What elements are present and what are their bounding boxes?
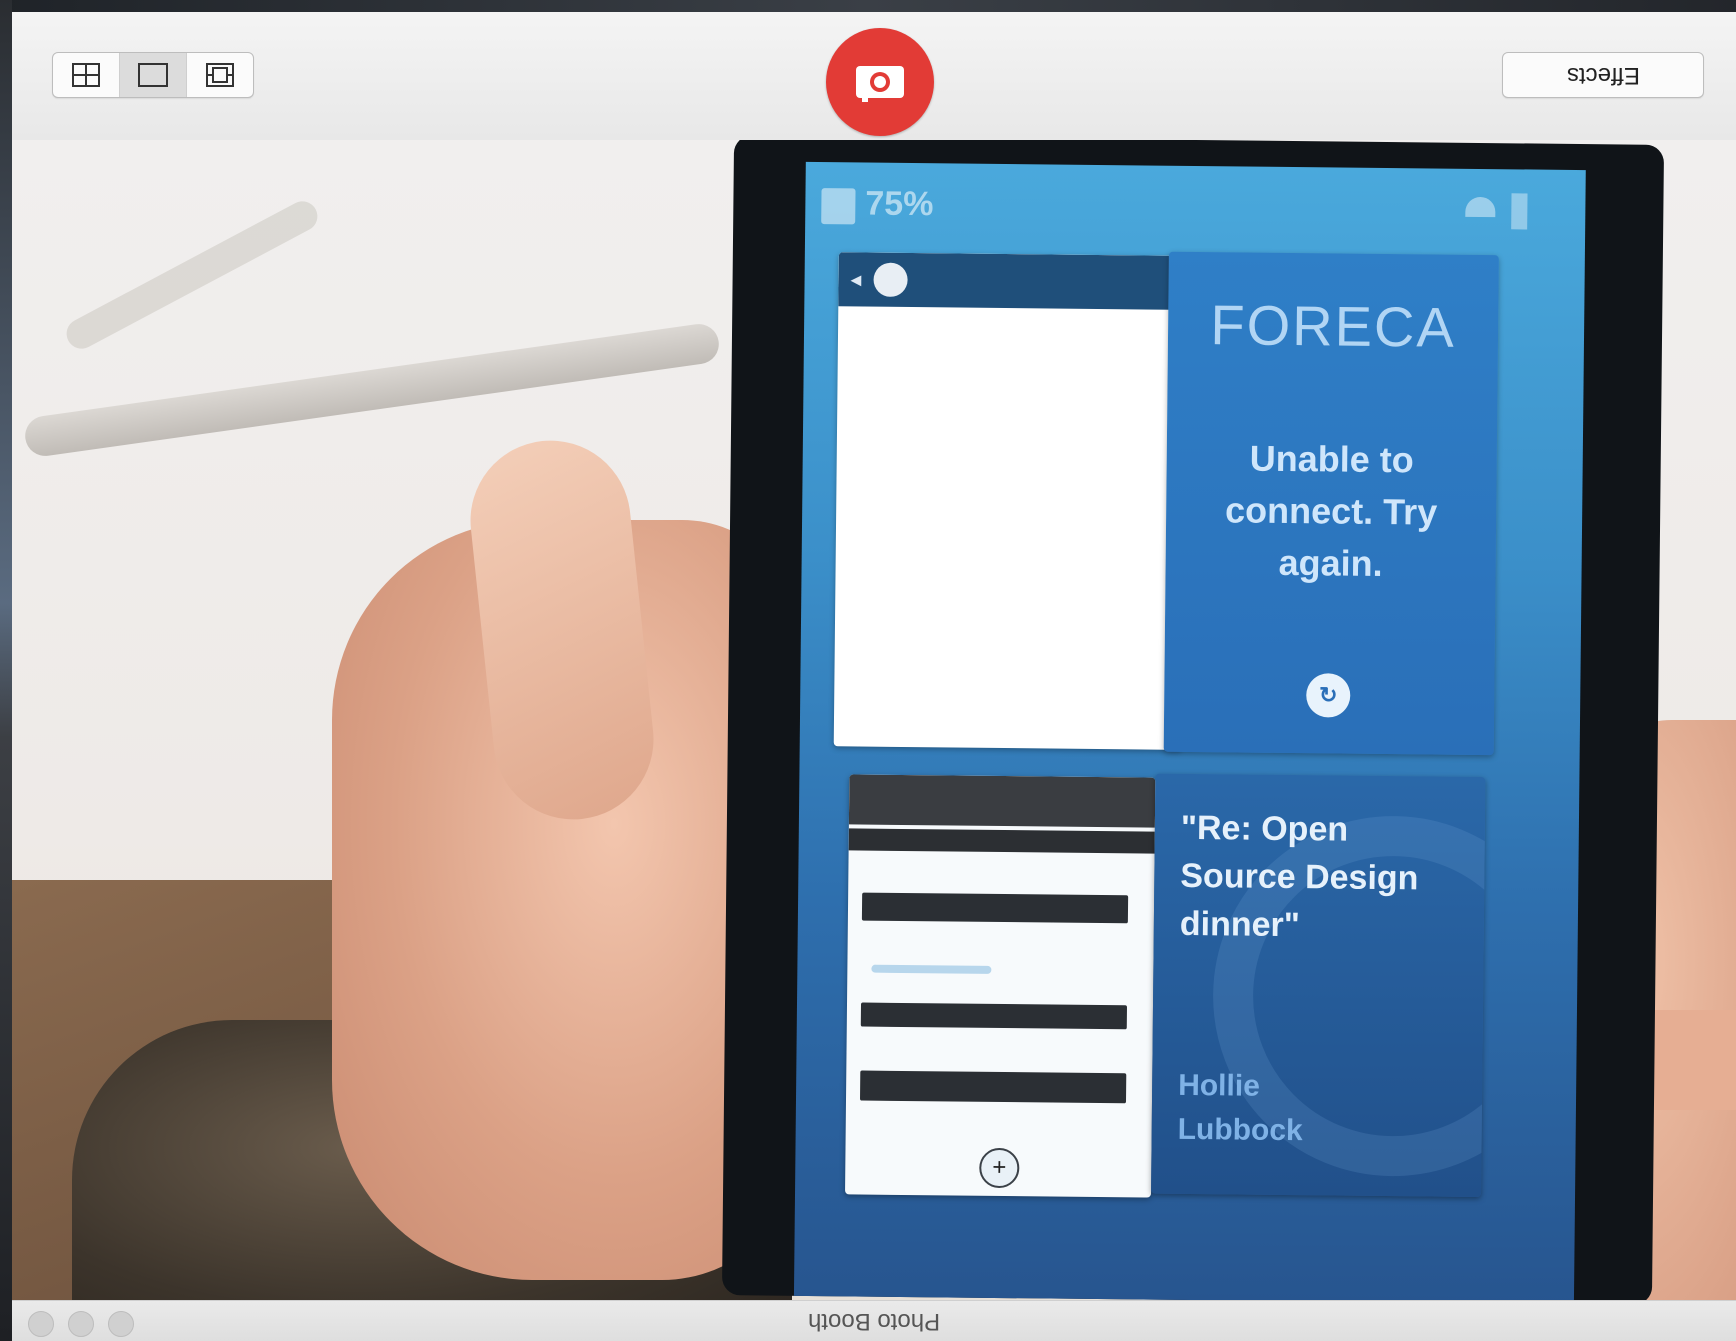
list-item: [859, 1070, 1127, 1104]
app-card-email-compose-header: [848, 774, 1156, 828]
toolbar: Effects: [12, 12, 1736, 141]
battery-percent: 75%: [865, 184, 934, 224]
foreca-logo: FORECA: [1210, 293, 1457, 359]
effects-button[interactable]: Effects: [1502, 52, 1704, 98]
avatar: [873, 262, 908, 297]
single-frame-layout-button[interactable]: [120, 53, 187, 97]
list-item: [871, 964, 992, 974]
filmstrip-icon: [206, 63, 234, 87]
email-subject: "Re: Open Source Design dinner": [1179, 808, 1419, 945]
effects-button-label: Effects: [1566, 62, 1640, 89]
desktop-background-left: [0, 0, 12, 1341]
connection-error-message: Unable to connect. Try again.: [1224, 437, 1438, 584]
app-card-feed-header: ◀: [838, 252, 1187, 310]
layout-segmented-control: [52, 52, 254, 98]
foreca-weather-card: FORECA Unable to connect. Try again. ↻: [1163, 251, 1499, 756]
background-cable: [22, 321, 722, 459]
phone-screen: 75% ◀ + FORECA Unable to connect. Try ag…: [793, 161, 1586, 1300]
notification-icon: [821, 188, 856, 225]
camera-icon: [856, 66, 904, 102]
single-frame-icon: [138, 63, 168, 87]
list-item: [860, 1002, 1128, 1030]
back-arrow-icon: ◀: [850, 270, 862, 288]
app-card-email-compose: +: [845, 774, 1156, 1198]
signal-icon: [1511, 193, 1528, 230]
take-photo-button[interactable]: [826, 28, 934, 136]
window-title-bar: Photo Booth: [12, 1300, 1736, 1341]
email-notification-card: "Re: Open Source Design dinner" Hollie L…: [1151, 773, 1486, 1198]
four-up-grid-icon: [72, 63, 100, 87]
add-icon: +: [979, 1147, 1020, 1189]
window-title-text: Photo Booth: [807, 1308, 941, 1335]
refresh-icon: ↻: [1306, 673, 1351, 718]
filmstrip-layout-button[interactable]: [187, 53, 253, 97]
camera-preview: 75% ◀ + FORECA Unable to connect. Try ag…: [12, 140, 1736, 1300]
four-up-layout-button[interactable]: [53, 53, 120, 97]
wifi-icon: [1465, 196, 1496, 218]
list-item: [861, 892, 1129, 924]
photo-booth-window: Effects 75% ◀ + FORECA Unable to connect…: [12, 12, 1736, 1341]
window-title: Photo Booth: [12, 1307, 1736, 1335]
background-cable: [61, 196, 323, 354]
app-card-feed: ◀: [833, 252, 1187, 750]
email-sender: Hollie Lubbock: [1177, 1068, 1303, 1148]
held-phone: 75% ◀ + FORECA Unable to connect. Try ag…: [721, 140, 1665, 1300]
phone-status-bar: 75%: [805, 162, 1586, 250]
app-card-email-compose-bar: [848, 828, 1155, 854]
